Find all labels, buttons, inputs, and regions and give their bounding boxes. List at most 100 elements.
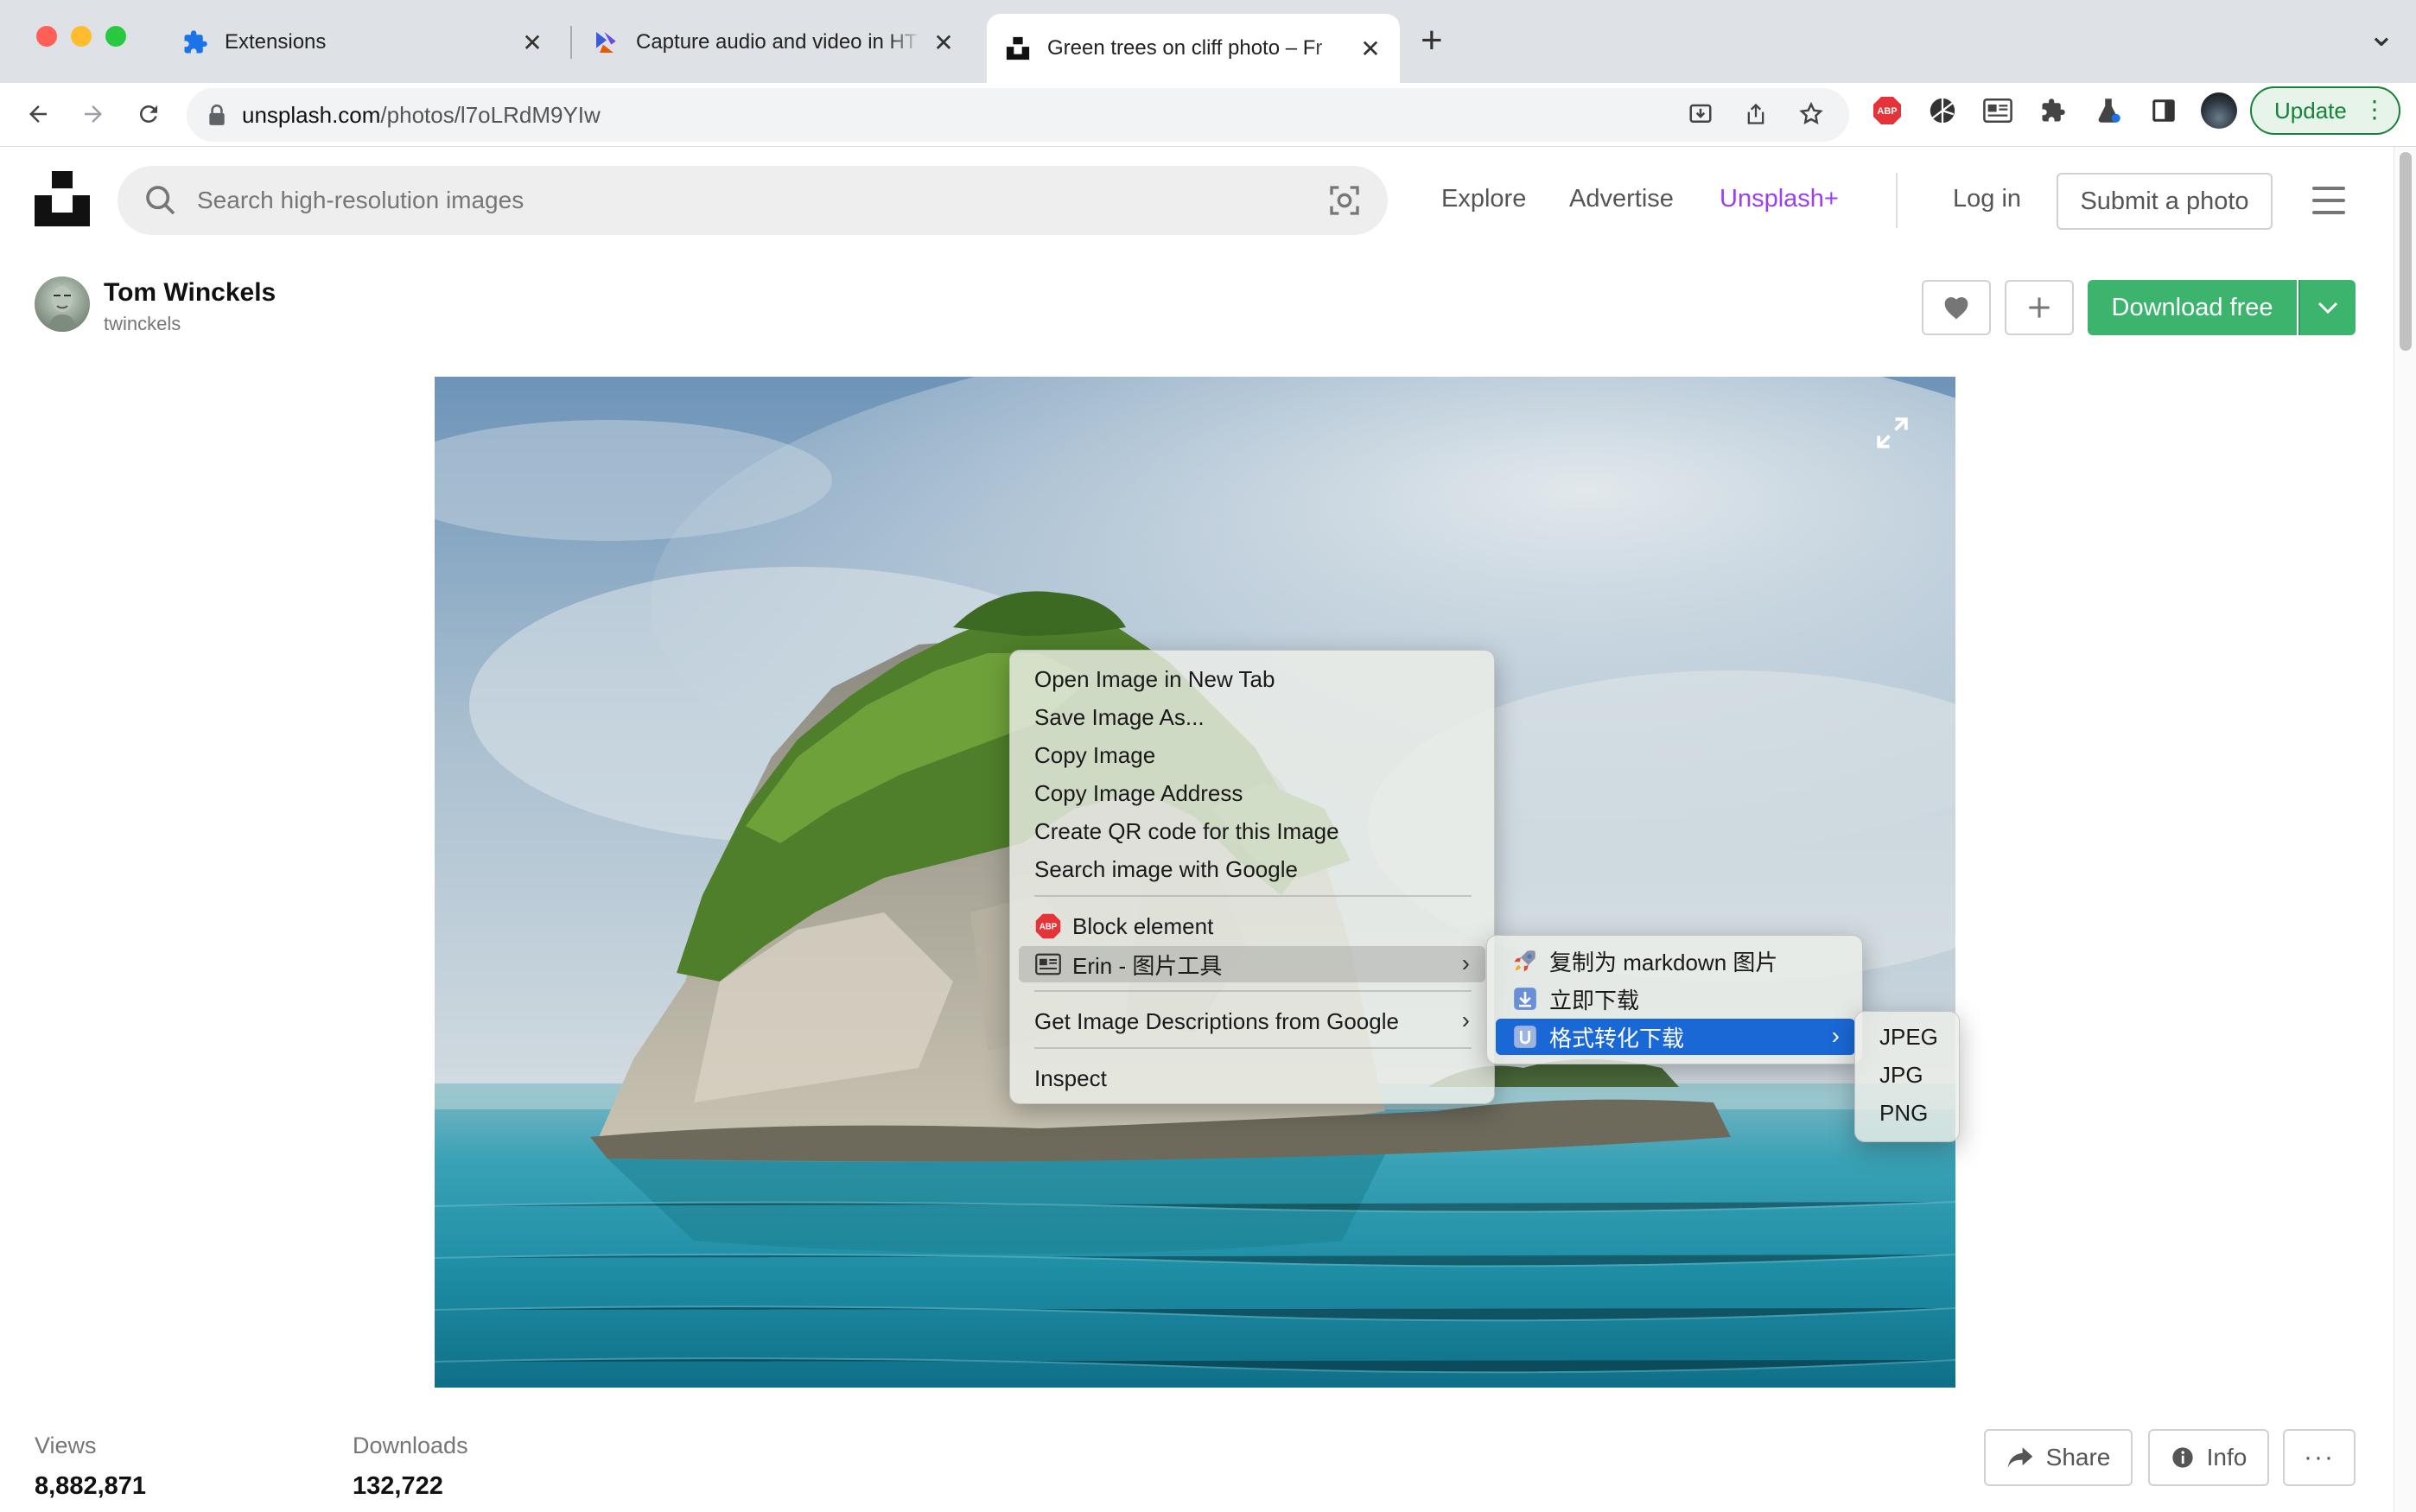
tab-extensions[interactable]: Extensions ✕ [164, 12, 562, 73]
menu-convert-format-label: 格式转化下载 [1549, 1025, 1685, 1051]
tab-search-button[interactable]: ⌄ [2368, 16, 2395, 54]
profile-avatar[interactable] [2200, 92, 2238, 130]
puzzle-icon [181, 29, 209, 56]
rocket-icon [1511, 947, 1539, 975]
nav-divider [1896, 173, 1898, 228]
erin-tool-icon [1034, 950, 1062, 978]
browser-chrome: Extensions ✕ Capture audio and video in … [0, 0, 2416, 147]
share-label: Share [2045, 1444, 2111, 1471]
convert-format-icon [1511, 1023, 1539, 1051]
menu-format-png[interactable]: PNG [1864, 1095, 1952, 1131]
menu-separator [1034, 1047, 1472, 1049]
author-avatar[interactable] [35, 276, 90, 332]
download-free-button[interactable]: Download free [2088, 280, 2297, 335]
login-link[interactable]: Log in [1953, 185, 2021, 213]
heart-icon [1944, 297, 1968, 320]
install-app-icon[interactable] [1683, 97, 1718, 131]
labs-flask-icon[interactable] [2089, 92, 2127, 130]
unsplash-logo[interactable] [35, 171, 90, 226]
menu-block-element[interactable]: ABP Block element [1019, 908, 1485, 944]
back-button[interactable] [19, 95, 57, 133]
close-window-button[interactable] [36, 26, 57, 47]
chevron-down-icon [2317, 302, 2338, 314]
info-icon [2171, 1445, 2195, 1470]
author-handle[interactable]: twinckels [104, 313, 181, 335]
share-icon[interactable] [1739, 97, 1773, 131]
menu-create-qr-code[interactable]: Create QR code for this Image [1019, 813, 1485, 849]
side-panel-icon[interactable] [2145, 92, 2183, 130]
like-button[interactable] [1922, 280, 1991, 335]
menu-format-jpeg[interactable]: JPEG [1864, 1019, 1952, 1055]
more-options-button[interactable]: ··· [2283, 1429, 2356, 1486]
update-chrome-button[interactable]: Update ⋮ [2250, 86, 2400, 135]
visual-search-icon[interactable] [1327, 183, 1362, 218]
menu-copy-image-address[interactable]: Copy Image Address [1019, 775, 1485, 811]
menu-separator [1034, 990, 1472, 992]
forward-button[interactable] [74, 95, 112, 133]
tab-unsplash-photo[interactable]: Green trees on cliff photo – Fr ✕ [987, 14, 1400, 83]
menu-erin-label: Erin - 图片工具 [1072, 952, 1223, 979]
adblock-plus-extension-icon[interactable]: ABP [1868, 92, 1906, 130]
menu-download-now-label: 立即下载 [1549, 987, 1640, 1013]
reload-button[interactable] [130, 95, 168, 133]
menu-copy-image[interactable]: Copy Image [1019, 737, 1485, 773]
nav-unsplash-plus-link[interactable]: Unsplash+ [1720, 185, 1839, 213]
tab-title: Green trees on cliff photo – Fr [1047, 36, 1323, 60]
bookmark-star-icon[interactable] [1794, 97, 1828, 131]
nav-advertise-link[interactable]: Advertise [1569, 185, 1674, 213]
search-icon [146, 186, 175, 215]
add-to-collection-button[interactable] [2005, 280, 2074, 335]
search-input[interactable]: Search high-resolution images [118, 166, 1388, 235]
plus-icon [2029, 297, 2050, 318]
tab-capture-audio[interactable]: Capture audio and video in HT ✕ [575, 12, 973, 73]
download-size-dropdown[interactable] [2298, 280, 2356, 335]
tab-title: Extensions [225, 30, 327, 54]
adblock-plus-icon: ABP [1034, 912, 1062, 940]
menu-convert-format-download[interactable]: 格式转化下载 › [1496, 1019, 1855, 1055]
menu-erin-image-tool[interactable]: Erin - 图片工具 › [1019, 946, 1485, 982]
nav-explore-link[interactable]: Explore [1441, 185, 1526, 213]
minimize-window-button[interactable] [71, 26, 92, 47]
lock-icon [207, 104, 226, 126]
chevron-right-icon: › [1831, 1022, 1840, 1049]
close-tab-icon[interactable]: ✕ [931, 29, 956, 57]
extensions-puzzle-icon[interactable] [2034, 92, 2072, 130]
menu-open-image-new-tab[interactable]: Open Image in New Tab [1019, 661, 1485, 697]
menu-separator [1034, 895, 1472, 897]
scrollbar-thumb[interactable] [2400, 152, 2412, 351]
menu-save-image-as[interactable]: Save Image As... [1019, 699, 1485, 735]
submit-photo-button[interactable]: Submit a photo [2057, 173, 2273, 230]
close-tab-icon[interactable]: ✕ [520, 29, 544, 57]
menu-hamburger-icon[interactable] [2312, 187, 2345, 214]
page-scrollbar[interactable] [2394, 147, 2416, 1512]
menu-format-jpg[interactable]: JPG [1864, 1057, 1952, 1093]
share-button[interactable]: Share [1984, 1429, 2133, 1486]
unsplash-favicon-icon [1004, 35, 1032, 62]
tab-title: Capture audio and video in HT [636, 30, 918, 54]
format-submenu: JPEG JPG PNG [1854, 1011, 1960, 1142]
expand-icon[interactable] [1874, 415, 1911, 451]
menu-search-image-google[interactable]: Search image with Google [1019, 851, 1485, 887]
close-tab-icon[interactable]: ✕ [1358, 35, 1383, 63]
erin-image-tool-extension-icon[interactable] [1979, 92, 2017, 130]
address-bar[interactable]: unsplash.com/photos/l7oLRdM9YIw [187, 88, 1849, 142]
menu-image-descriptions-google[interactable]: Get Image Descriptions from Google › [1019, 1003, 1485, 1039]
new-tab-button[interactable]: + [1421, 19, 1443, 62]
more-vertical-icon: ⋮ [2362, 96, 2387, 123]
menu-copy-as-markdown[interactable]: 复制为 markdown 图片 [1496, 943, 1855, 979]
menu-image-descriptions-label: Get Image Descriptions from Google [1034, 1007, 1399, 1034]
zoom-window-button[interactable] [105, 26, 126, 47]
update-label: Update [2274, 97, 2347, 124]
tab-strip: Extensions ✕ Capture audio and video in … [0, 0, 2416, 83]
info-button[interactable]: Info [2148, 1429, 2269, 1486]
more-horizontal-icon: ··· [2304, 1443, 2335, 1471]
menu-inspect[interactable]: Inspect [1019, 1060, 1485, 1096]
download-box-icon [1511, 985, 1539, 1013]
downloads-label: Downloads [353, 1433, 468, 1458]
erin-submenu: 复制为 markdown 图片 立即下载 格式转化下载 › [1486, 935, 1863, 1064]
aperture-extension-icon[interactable] [1923, 92, 1961, 130]
author-name[interactable]: Tom Winckels [104, 278, 276, 308]
menu-download-now[interactable]: 立即下载 [1496, 981, 1855, 1017]
views-label: Views [35, 1433, 97, 1458]
chevron-right-icon: › [1461, 950, 1470, 976]
